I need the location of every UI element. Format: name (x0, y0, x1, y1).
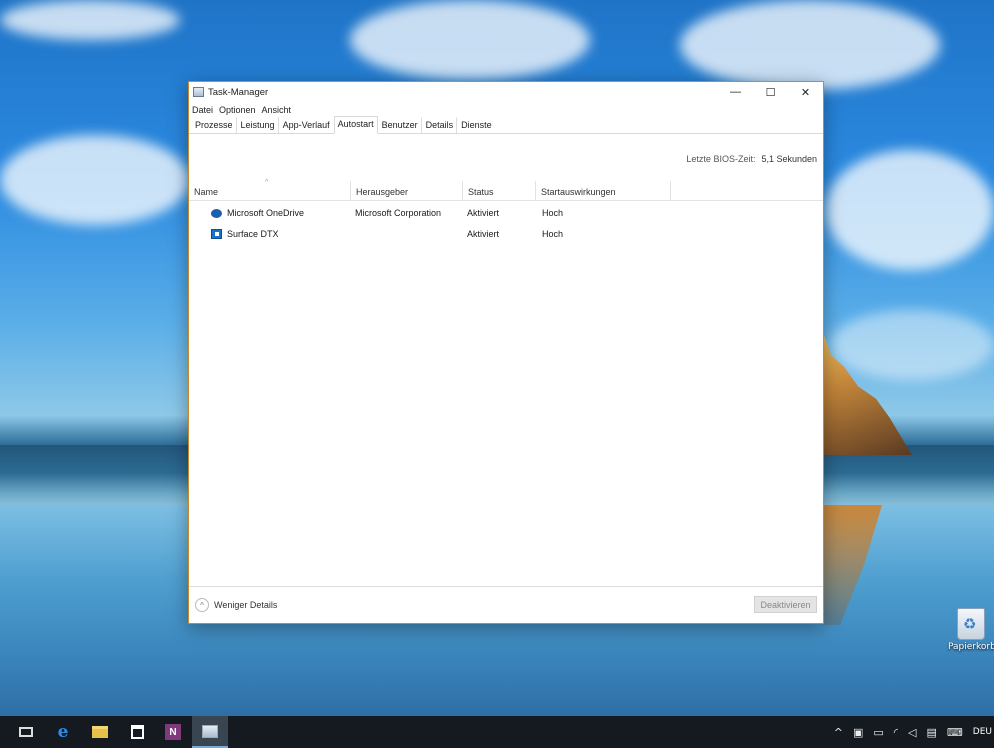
table-row[interactable]: Microsoft OneDrive Microsoft Corporation… (189, 203, 823, 223)
table-header: Name Herausgeber Status Startauswirkunge… (189, 181, 823, 201)
wifi-icon[interactable]: ◜ (894, 726, 898, 739)
file-explorer-icon (92, 726, 108, 738)
taskbar: e N ^ ▣ ▭ ◜ ◁ ▤ ⌨ DEU (0, 716, 994, 748)
window-title: Task-Manager (208, 86, 269, 98)
bios-time: Letzte BIOS-Zeit: 5,1 Sekunden (686, 154, 817, 164)
menu-file[interactable]: Datei (192, 105, 213, 115)
cloud (680, 0, 940, 90)
tablet-mode-icon[interactable]: ▣ (853, 726, 863, 739)
disable-button[interactable]: Deaktivieren (754, 596, 817, 613)
surface-icon (211, 229, 222, 239)
tab-details[interactable]: Details (422, 117, 458, 133)
task-manager-icon (193, 87, 204, 97)
row-name: Microsoft OneDrive (227, 208, 305, 218)
store-button[interactable] (119, 716, 155, 748)
task-view-button[interactable] (8, 716, 44, 748)
edge-button[interactable]: e (45, 716, 81, 748)
fewer-details-link[interactable]: Weniger Details (214, 600, 277, 610)
menu-bar: Datei Optionen Ansicht (189, 102, 823, 117)
cloud (830, 310, 994, 380)
tray-chevron-up-icon[interactable]: ^ (834, 726, 843, 739)
row-status: Aktiviert (467, 208, 500, 218)
cloud (350, 0, 590, 80)
input-language[interactable]: DEU (973, 727, 992, 737)
row-name: Surface DTX (227, 229, 279, 239)
cloud (0, 0, 180, 40)
task-manager-window: Task-Manager — ☐ ✕ Datei Optionen Ansich… (188, 81, 824, 624)
menu-options[interactable]: Optionen (219, 105, 256, 115)
bios-time-label: Letzte BIOS-Zeit: (686, 154, 756, 164)
recycle-bin-label: Papierkorb (948, 642, 994, 652)
tab-users[interactable]: Benutzer (378, 117, 422, 133)
tab-app-history[interactable]: App-Verlauf (279, 117, 334, 133)
column-publisher[interactable]: Herausgeber (351, 181, 463, 201)
column-startup-impact[interactable]: Startauswirkungen (536, 181, 671, 201)
task-manager-icon (202, 724, 218, 738)
close-button[interactable]: ✕ (788, 82, 823, 102)
title-bar[interactable]: Task-Manager — ☐ ✕ (189, 82, 823, 102)
battery-icon[interactable]: ▭ (873, 726, 883, 739)
row-publisher: Microsoft Corporation (355, 208, 442, 218)
minimize-button[interactable]: — (718, 82, 753, 102)
chevron-up-icon[interactable]: ^ (195, 598, 209, 612)
tab-processes[interactable]: Prozesse (191, 117, 237, 133)
cloud (825, 150, 994, 270)
store-icon (130, 725, 144, 739)
table-row[interactable]: Surface DTX Aktiviert Hoch (189, 224, 823, 244)
file-explorer-button[interactable] (82, 716, 118, 748)
onenote-button[interactable]: N (155, 716, 191, 748)
keyboard-icon[interactable]: ⌨ (947, 726, 963, 739)
row-impact: Hoch (542, 229, 564, 239)
bios-time-value: 5,1 Sekunden (761, 154, 817, 164)
action-center-icon[interactable]: ▤ (926, 726, 936, 739)
footer-bar: ^ Weniger Details Deaktivieren (189, 586, 823, 623)
cloud (0, 135, 190, 225)
edge-icon: e (57, 722, 69, 742)
recycle-bin[interactable]: Papierkorb (948, 608, 994, 652)
row-impact: Hoch (542, 208, 564, 218)
row-status: Aktiviert (467, 229, 500, 239)
column-status[interactable]: Status (463, 181, 536, 201)
maximize-button[interactable]: ☐ (753, 82, 788, 102)
recycle-bin-icon (957, 608, 985, 640)
tab-startup[interactable]: Autostart (333, 116, 378, 134)
task-view-icon (19, 727, 33, 737)
system-tray: ^ ▣ ▭ ◜ ◁ ▤ ⌨ DEU (834, 716, 994, 748)
task-manager-taskbar-button[interactable] (192, 716, 228, 748)
column-name[interactable]: Name (189, 181, 351, 201)
menu-view[interactable]: Ansicht (262, 105, 292, 115)
tab-services[interactable]: Dienste (457, 117, 496, 133)
volume-icon[interactable]: ◁ (908, 726, 916, 739)
tab-bar: Prozesse Leistung App-Verlauf Autostart … (189, 116, 823, 134)
onenote-icon: N (165, 724, 181, 740)
tab-performance[interactable]: Leistung (237, 117, 279, 133)
onedrive-icon (211, 209, 222, 218)
